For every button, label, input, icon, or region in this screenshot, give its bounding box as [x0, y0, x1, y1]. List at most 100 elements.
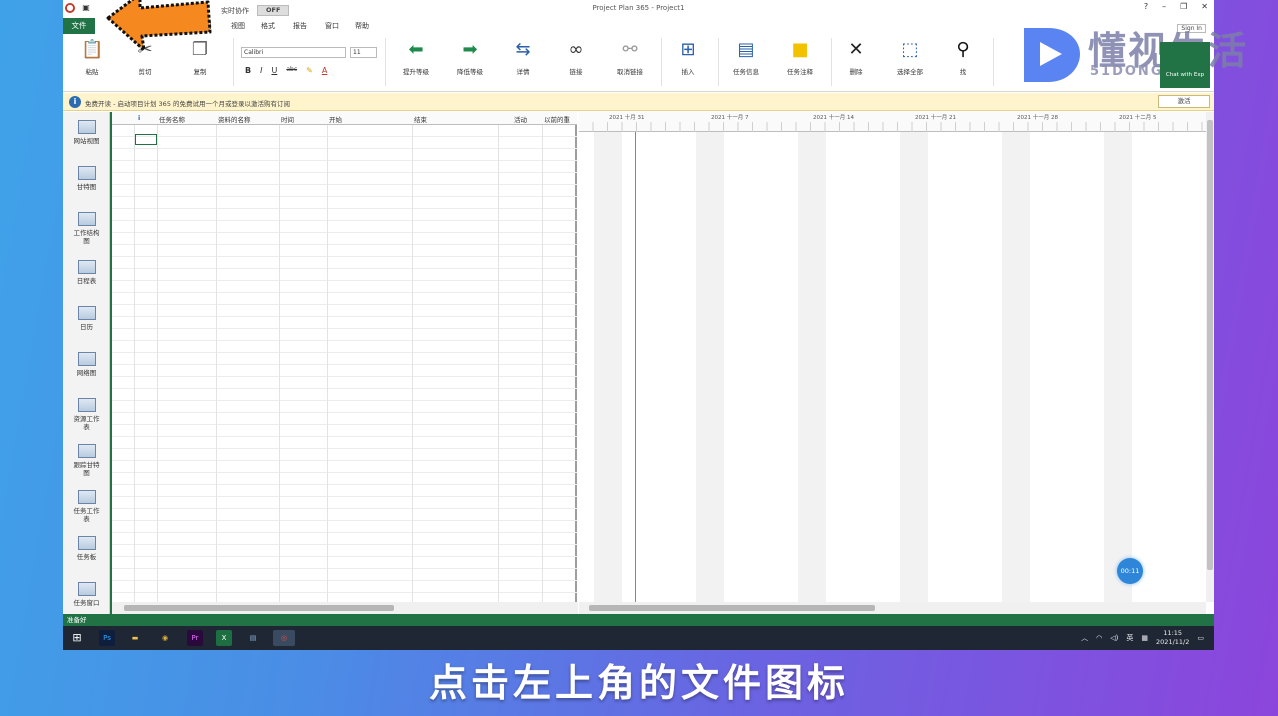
weekend-shade — [900, 132, 928, 602]
project-plan-icon[interactable]: ◎ — [273, 630, 295, 646]
task-grid[interactable]: i 任务名称 资料的名称 时间 开始 结束 活动 以前的重 — [112, 112, 577, 602]
select-all-button[interactable]: ⬚ 选择全部 — [883, 40, 937, 77]
photoshop-icon[interactable]: Ps — [99, 630, 115, 646]
highlight-color-icon[interactable]: ✎ — [306, 66, 313, 75]
task-notes-button[interactable]: ■ 任务注释 — [773, 40, 827, 77]
premiere-icon[interactable]: Pr — [187, 630, 203, 646]
timeline-icon — [77, 260, 96, 274]
col-start[interactable]: 开始 — [329, 114, 342, 124]
task-window-icon — [77, 582, 96, 596]
view-calendar[interactable]: 日历 — [63, 306, 110, 331]
view-tracking-gantt[interactable]: 跟踪甘特 图 — [63, 444, 110, 477]
binoculars-icon: ⚲ — [956, 39, 970, 60]
details-label: 详情 — [516, 68, 530, 76]
view-web[interactable]: 网站视图 — [63, 120, 110, 145]
tab-report[interactable]: 报告 — [293, 21, 307, 31]
chat-with-expert-button[interactable]: Chat with Exp — [1160, 42, 1210, 88]
tab-help[interactable]: 帮助 — [355, 21, 369, 31]
system-tray: ︿ ◠ ◁) 英 ▦ 11:15 2021/11/2 ▭ — [1081, 629, 1204, 647]
chevron-up-icon[interactable]: ︿ — [1081, 633, 1088, 643]
input-language[interactable]: 英 — [1126, 633, 1133, 643]
task-info-button[interactable]: ▤ 任务信息 — [719, 40, 773, 77]
details-button[interactable]: ⇆ 详情 — [496, 40, 550, 77]
font-size-select[interactable]: 11 — [350, 47, 377, 58]
tab-window[interactable]: 窗口 — [325, 21, 339, 31]
col-resource-name[interactable]: 资料的名称 — [218, 114, 251, 124]
task-notes-label: 任务注释 — [787, 68, 813, 76]
windows-start-icon[interactable]: ⊞ — [69, 630, 85, 646]
watermark-logo: 懂视生活 51DONG.COM — [1018, 22, 1252, 88]
selected-cell[interactable] — [135, 134, 157, 145]
grid-horizontal-scrollbar[interactable] — [112, 602, 578, 614]
taskbar-clock[interactable]: 11:15 2021/11/2 — [1156, 629, 1189, 647]
insert-label: 插入 — [681, 68, 695, 76]
broken-link-icon: ⚯ — [622, 39, 638, 60]
view-wbs[interactable]: 工作结构 图 — [63, 212, 110, 245]
bold-button[interactable]: B — [245, 66, 251, 75]
notepad-icon[interactable]: ▤ — [245, 630, 261, 646]
underline-button[interactable]: U — [271, 66, 277, 75]
col-duration[interactable]: 时间 — [281, 114, 294, 124]
col-active[interactable]: 活动 — [514, 114, 527, 124]
info-bar: i 免费开读 - 启动项目计划 365 的免费试用一个月或登录以激活购有订阅 激… — [63, 93, 1214, 111]
grid-header: i 任务名称 资料的名称 时间 开始 结束 活动 以前的重 — [112, 112, 577, 125]
calendar-icon — [77, 306, 96, 320]
today-line — [635, 132, 636, 602]
unlink-button[interactable]: ⚯ 取消链接 — [603, 39, 657, 77]
status-bar: 准备好 — [63, 614, 1214, 626]
clock-time: 11:15 — [1163, 629, 1183, 637]
ribbon-separator — [233, 38, 234, 86]
notification-icon[interactable]: ▭ — [1197, 634, 1204, 642]
task-board-icon — [77, 536, 96, 550]
find-button[interactable]: ⚲ 找 — [936, 39, 990, 77]
font-color-icon[interactable]: A — [322, 66, 327, 75]
col-finish[interactable]: 结束 — [414, 114, 427, 124]
view-gantt[interactable]: 甘特图 — [63, 166, 110, 191]
recording-timer: 00:11 — [1117, 558, 1143, 584]
insert-button[interactable]: ⊞ 插入 — [661, 40, 715, 77]
col-predecessors[interactable]: 以前的重 — [544, 114, 570, 124]
indent-button[interactable]: ➡ 降低等级 — [443, 39, 497, 77]
view-task-window[interactable]: 任务窗口 — [63, 582, 110, 607]
help-button[interactable]: ? — [1144, 2, 1148, 11]
delete-label: 删除 — [849, 68, 863, 76]
volume-icon[interactable]: ◁) — [1110, 634, 1118, 642]
view-network[interactable]: 网络图 — [63, 352, 110, 377]
file-explorer-icon[interactable]: ▬ — [127, 630, 143, 646]
tab-format[interactable]: 格式 — [261, 21, 275, 31]
gantt-chart[interactable]: 2021 十月 31 2021 十一月 7 2021 十一月 14 2021 十… — [579, 112, 1206, 602]
vertical-scrollbar[interactable] — [1206, 112, 1214, 602]
scroll-thumb[interactable] — [1207, 120, 1213, 570]
link-button[interactable]: ∞ 链接 — [549, 40, 603, 77]
ribbon-separator — [993, 38, 994, 86]
tab-view[interactable]: 视图 — [231, 21, 245, 31]
ime-icon[interactable]: ▦ — [1141, 634, 1148, 642]
maximize-button[interactable]: ❐ — [1180, 2, 1187, 11]
minimize-button[interactable]: – — [1162, 2, 1166, 11]
delete-button[interactable]: ✕ 删除 — [829, 40, 883, 77]
gantt-horizontal-scrollbar[interactable] — [579, 602, 1206, 614]
font-name-select[interactable]: Calibri — [241, 47, 346, 58]
col-task-name[interactable]: 任务名称 — [159, 114, 185, 124]
week-label: 2021 十一月 7 — [711, 115, 749, 121]
close-button[interactable]: ✕ — [1201, 2, 1208, 11]
scroll-thumb[interactable] — [124, 605, 394, 611]
unlink-label: 取消链接 — [617, 68, 643, 76]
grid-col-line — [157, 112, 158, 602]
activate-button[interactable]: 激活 — [1158, 95, 1210, 108]
strikethrough-button[interactable]: abc — [286, 66, 297, 75]
italic-button[interactable]: I — [260, 66, 262, 75]
network-icon[interactable]: ◠ — [1096, 634, 1102, 642]
scroll-thumb[interactable] — [589, 605, 875, 611]
excel-icon[interactable]: X — [216, 630, 232, 646]
view-timeline[interactable]: 日程表 — [63, 260, 110, 285]
network-diagram-icon — [77, 352, 96, 366]
title-bar: ● ▣ 实时协作 OFF Project Plan 365 - Project1… — [63, 0, 1214, 18]
arrow-right-icon: ➡ — [462, 39, 478, 60]
chrome-icon[interactable]: ◉ — [157, 630, 173, 646]
view-task-board[interactable]: 任务板 — [63, 536, 110, 561]
view-task-sheet[interactable]: 任务工作 表 — [63, 490, 110, 523]
view-resource-sheet[interactable]: 资源工作 表 — [63, 398, 110, 431]
tab-file[interactable]: 文件 — [63, 18, 95, 34]
outdent-button[interactable]: ⬅ 提升等级 — [389, 40, 443, 77]
